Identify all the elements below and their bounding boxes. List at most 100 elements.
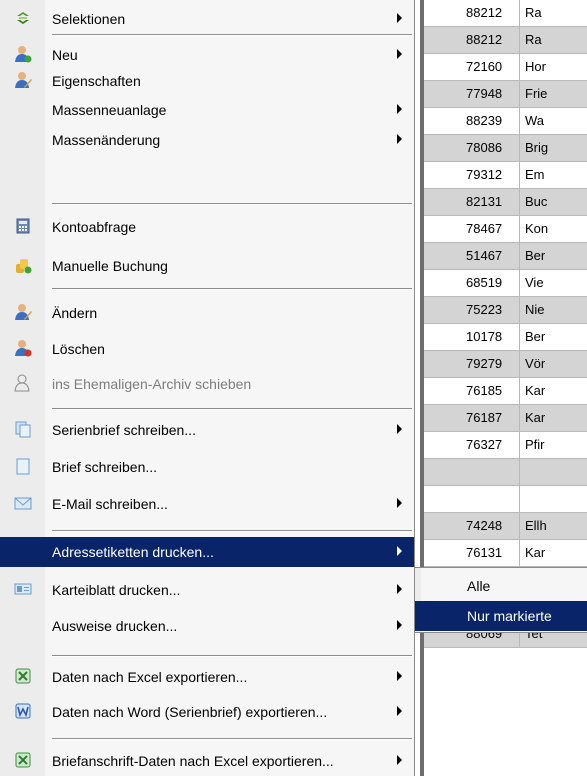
zip-cell: 88212: [466, 32, 503, 47]
table-row[interactable]: 88212 Ra: [420, 27, 587, 54]
name-cell: Kon: [525, 221, 549, 236]
table-row[interactable]: 77948 Frie: [420, 81, 587, 108]
zip-cell: 88212: [466, 5, 503, 20]
menu-item-label: Eigenschaften: [52, 73, 141, 89]
coins-add-icon: [14, 256, 32, 274]
column-divider: [519, 351, 520, 377]
column-divider: [519, 297, 520, 323]
column-divider: [519, 54, 520, 80]
menu-item-serienbrief[interactable]: Serienbrief schreiben...: [0, 415, 414, 445]
address-table: 88212 Ra 88212 Ra 72160 Hor 77948 Frie 88239 Wa 78…: [420, 0, 587, 776]
column-divider: [519, 405, 520, 431]
column-divider: [519, 135, 520, 161]
name-cell: Ber: [525, 248, 546, 263]
table-row[interactable]: 72160 Hor: [420, 54, 587, 81]
zip-cell: 76185: [466, 383, 503, 398]
name-cell: Vör: [525, 356, 546, 371]
table-row[interactable]: 51467 Ber: [420, 243, 587, 270]
zip-cell: 10178: [466, 329, 503, 344]
zip-cell: 79279: [466, 356, 503, 371]
menu-item-label: Ausweise drucken...: [52, 618, 178, 634]
refresh-selection-icon: [14, 9, 32, 27]
table-row[interactable]: 79312 Em: [420, 162, 587, 189]
table-row[interactable]: 68519 Vie: [420, 270, 587, 297]
column-divider: [519, 81, 520, 107]
menu-item-adressetiketten[interactable]: Adressetiketten drucken...: [0, 537, 414, 567]
submenu-arrow-icon: [397, 620, 402, 630]
menu-item-label: Kontoabfrage: [52, 219, 137, 235]
submenu-arrow-icon: [397, 424, 402, 434]
table-row[interactable]: 88239 Wa: [420, 108, 587, 135]
table-row[interactable]: 76185 Kar: [420, 378, 587, 405]
menu-item-manuelle-buchung[interactable]: Manuelle Buchung: [0, 251, 414, 281]
menu-item-kontoabfrage[interactable]: Kontoabfrage: [0, 212, 414, 242]
menu-item-label: Massenneuanlage: [52, 102, 167, 118]
menu-separator: [52, 34, 412, 36]
menu-item-label: Manuelle Buchung: [52, 258, 168, 274]
table-row[interactable]: 76187 Kar: [420, 405, 587, 432]
name-cell: Frie: [525, 86, 548, 101]
column-divider: [519, 486, 520, 512]
name-cell: Kar: [525, 383, 546, 398]
menu-item-label: Daten nach Excel exportieren...: [52, 669, 248, 685]
column-divider: [519, 378, 520, 404]
table-row[interactable]: 76327 Pfir: [420, 432, 587, 459]
menu-item-eigenschaften[interactable]: Eigenschaften: [0, 66, 414, 96]
column-divider: [519, 513, 520, 539]
submenu-arrow-icon: [397, 706, 402, 716]
documents-icon: [14, 420, 32, 438]
menu-item-massenneuanlage[interactable]: Massenneuanlage: [0, 95, 414, 125]
menu-item-karteiblatt[interactable]: Karteiblatt drucken...: [0, 575, 414, 605]
name-cell: Wa: [525, 113, 545, 128]
table-row[interactable]: 78086 Brig: [420, 135, 587, 162]
menu-item-selektionen[interactable]: Selektionen: [0, 4, 414, 34]
user-archive-icon: [14, 374, 32, 392]
submenu-arrow-icon: [397, 49, 402, 59]
menu-item-email[interactable]: E-Mail schreiben...: [0, 489, 414, 519]
menu-item-aendern[interactable]: Ändern: [0, 298, 414, 328]
submenu-arrow-icon: [397, 755, 402, 765]
menu-item-ausweise[interactable]: Ausweise drucken...: [0, 611, 414, 641]
zip-cell: 74248: [466, 518, 503, 533]
menu-item-label: ins Ehemaligen-Archiv schieben: [52, 376, 252, 392]
submenu-item-nur-markierte[interactable]: Nur markierte: [415, 601, 587, 631]
id-card-icon: [14, 580, 32, 598]
table-row[interactable]: 10178 Ber: [420, 324, 587, 351]
menu-item-brief[interactable]: Brief schreiben...: [0, 452, 414, 482]
name-cell: Vie: [525, 275, 544, 290]
column-divider: [519, 0, 520, 26]
menu-separator: [52, 288, 412, 290]
submenu-adressetiketten: Alle Nur markierte: [414, 567, 587, 633]
table-row[interactable]: 74248 Ellh: [420, 513, 587, 540]
menu-item-word-export[interactable]: Daten nach Word (Serienbrief) exportiere…: [0, 697, 414, 727]
zip-cell: 72160: [466, 59, 503, 74]
calculator-icon: [14, 217, 32, 235]
menu-item-briefanschrift-excel[interactable]: Briefanschrift-Daten nach Excel exportie…: [0, 746, 414, 776]
menu-item-label: Briefanschrift-Daten nach Excel exportie…: [52, 753, 334, 769]
menu-item-ehemaligen-archiv[interactable]: ins Ehemaligen-Archiv schieben: [0, 369, 414, 399]
excel-icon: [14, 667, 32, 685]
column-divider: [519, 540, 520, 566]
menu-item-massenaenderung[interactable]: Massenänderung: [0, 125, 414, 155]
menu-item-excel-export[interactable]: Daten nach Excel exportieren...: [0, 662, 414, 692]
zip-cell: 82131: [466, 194, 503, 209]
table-row[interactable]: [420, 459, 587, 486]
zip-cell: 51467: [466, 248, 503, 263]
submenu-item-label: Nur markierte: [467, 608, 552, 624]
table-row[interactable]: 82131 Buc: [420, 189, 587, 216]
table-row[interactable]: 75223 Nie: [420, 297, 587, 324]
menu-item-label: Selektionen: [52, 11, 126, 27]
table-row[interactable]: 79279 Vör: [420, 351, 587, 378]
submenu-item-alle[interactable]: Alle: [415, 571, 587, 601]
menu-item-loeschen[interactable]: Löschen: [0, 334, 414, 364]
table-row[interactable]: 76131 Kar: [420, 540, 587, 567]
zip-cell: 68519: [466, 275, 503, 290]
table-row[interactable]: [420, 486, 587, 513]
table-row[interactable]: 88212 Ra: [420, 0, 587, 27]
submenu-arrow-icon: [397, 546, 402, 556]
column-divider: [519, 27, 520, 53]
menu-separator: [52, 738, 412, 740]
table-row[interactable]: 78467 Kon: [420, 216, 587, 243]
column-divider: [519, 270, 520, 296]
zip-cell: 75223: [466, 302, 503, 317]
